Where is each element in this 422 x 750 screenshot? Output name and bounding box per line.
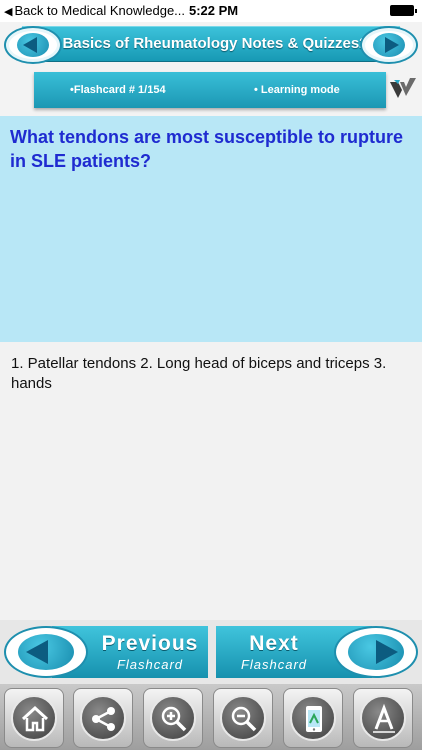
flashcard-app-button[interactable] (283, 688, 343, 748)
page-title: Basics of Rheumatology Notes & Quizzes2 (62, 35, 368, 52)
zoom-in-button[interactable] (143, 688, 203, 748)
question-panel: What tendons are most susceptible to rup… (0, 116, 422, 342)
flashcard-info-strip: •Flashcard # 1/154 • Learning mode (34, 72, 386, 108)
zoom-in-icon (161, 706, 187, 732)
mode-label: • Learning mode (254, 84, 340, 96)
arrow-right-icon (376, 640, 398, 664)
arrow-left-icon (23, 37, 37, 53)
home-icon (21, 705, 49, 732)
header-back-button[interactable] (4, 26, 62, 64)
status-time: 5:22 PM (189, 3, 239, 18)
brand-logo-icon (390, 78, 416, 98)
arrow-left-icon (26, 640, 48, 664)
home-button[interactable] (4, 688, 64, 748)
header: Basics of Rheumatology Notes & Quizzes2 (0, 22, 422, 68)
back-label: Back to Medical Knowledge... (14, 3, 186, 18)
question-text: What tendons are most susceptible to rup… (10, 127, 404, 171)
zoom-out-icon (231, 706, 257, 732)
zoom-out-button[interactable] (213, 688, 273, 748)
share-button[interactable] (73, 688, 133, 748)
next-arrow-button[interactable] (334, 626, 418, 678)
flashcard-app-icon (306, 706, 322, 732)
arrow-right-icon (385, 37, 399, 53)
status-bar: ◀ Back to Medical Knowledge... 5:22 PM (0, 0, 422, 22)
back-to-app-link[interactable]: ◀ Back to Medical Knowledge... (4, 3, 185, 18)
battery-icon (390, 5, 417, 16)
header-forward-button[interactable] (360, 26, 418, 64)
back-arrow-icon: ◀ (4, 6, 13, 18)
flashcard-counter: •Flashcard # 1/154 (70, 84, 166, 96)
previous-arrow-button[interactable] (4, 626, 88, 678)
answer-panel: 1. Patellar tendons 2. Long head of bice… (0, 342, 422, 620)
bottom-toolbar (0, 684, 422, 750)
share-icon (92, 707, 115, 731)
flashcard-navigation: Previous Flashcard Next Flashcard (0, 620, 422, 684)
text-size-icon (373, 703, 395, 733)
answer-text: 1. Patellar tendons 2. Long head of bice… (11, 355, 387, 392)
text-size-button[interactable] (353, 688, 413, 748)
